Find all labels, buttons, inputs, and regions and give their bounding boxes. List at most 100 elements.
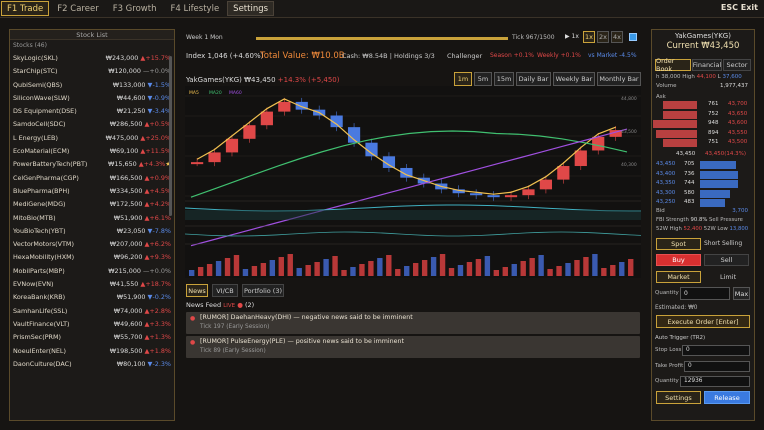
speed-4x[interactable]: 4x	[611, 31, 623, 43]
index-label: Index 1,046 (+4.60%)	[186, 52, 264, 60]
stock-list-item[interactable]: MobilParts(MBP) ₩215,000 —+0.0%	[10, 265, 174, 278]
auto-qty-input[interactable]: 12936	[680, 376, 750, 387]
tick-label: Tick 967/1500	[512, 34, 555, 41]
stock-list-item[interactable]: CelGenPharma(CGP) ₩166,500 ▲+0.9%	[10, 172, 174, 185]
stock-list-item[interactable]: L Energy(LEB) ₩475,000 ▲+25.0%	[10, 132, 174, 145]
stock-name: VaultFinance(VLT)	[13, 319, 70, 328]
stock-list-item[interactable]: YouBioTech(YBT) ₩23,050 ▼-7.8%	[10, 225, 174, 238]
interval-15m[interactable]: 15m	[494, 72, 514, 86]
tab-lifestyle[interactable]: F4 Lifestyle	[164, 1, 225, 16]
ask-bar	[663, 139, 697, 147]
stock-list-item[interactable]: BluePharma(BPH) ₩334,500 ▲+4.5%	[10, 185, 174, 198]
stock-list-item[interactable]: SkyLogic(SKL) ₩243,000 ▲+15.7%	[10, 52, 174, 65]
stock-list-item[interactable]: PrismSec(PRM) ₩55,700 ▲+1.3%	[10, 331, 174, 344]
stock-list-item[interactable]: QubiSemi(QBS) ₩133,000 ▼-1.5%	[10, 79, 174, 92]
stock-change: ▼-2.3%	[147, 359, 171, 368]
stock-list-item[interactable]: VaultFinance(VLT) ₩49,600 ▲+3.3%	[10, 318, 174, 331]
quantity-input[interactable]: 0	[680, 287, 730, 300]
bid-bar	[700, 180, 738, 188]
pause-icon[interactable]	[629, 33, 637, 41]
price-chart[interactable]: 44,800 43,500 40,300 MA5 MA20 MA60	[185, 86, 641, 278]
stock-name: MobilParts(MBP)	[13, 266, 65, 275]
stock-change: ▲+15.7%	[140, 54, 171, 62]
interval-5m[interactable]: 5m	[474, 72, 492, 86]
news-text: [RUMOR] DaehanHeavy(DHI) — negative news…	[200, 314, 413, 321]
volume-value: 1,977,437	[720, 83, 748, 89]
bid-price[interactable]: 43,400	[656, 171, 675, 177]
stock-list-item[interactable]: MediGene(MDG) ₩172,500 ▲+4.2%	[10, 198, 174, 211]
stock-list-item[interactable]: HexaMobility(HXM) ₩96,200 ▲+9.3%	[10, 251, 174, 264]
tab-news[interactable]: News	[186, 284, 208, 297]
stop-loss-input[interactable]: 0	[682, 345, 750, 356]
volume-bar	[520, 261, 526, 276]
stock-list-item[interactable]: SiliconWave(SLW) ₩44,600 ▼-0.9%	[10, 92, 174, 105]
speed-2x[interactable]: 2x	[597, 31, 609, 43]
max-button[interactable]: Max	[733, 287, 750, 300]
ask-price[interactable]: 43,600	[728, 120, 747, 126]
ask-price[interactable]: 43,500	[728, 139, 747, 145]
stock-name: BluePharma(BPH)	[13, 186, 70, 195]
volume-bar	[269, 260, 276, 276]
tab-order-book[interactable]: Order Book	[655, 57, 691, 73]
bid-bar	[700, 170, 738, 179]
release-button[interactable]: Release	[704, 391, 750, 404]
news-item[interactable]: ● [RUMOR] PulseEnergy(PLE) — positive ne…	[186, 336, 640, 358]
stock-list-item[interactable]: PowerBatteryTech(PBT)₩15,650 ▲+4.3%★	[10, 158, 174, 171]
limit-button[interactable]: Limit	[720, 273, 736, 281]
tab-growth[interactable]: F3 Growth	[107, 1, 163, 16]
interval-monthly[interactable]: Monthly Bar	[597, 72, 641, 86]
news-text: [RUMOR] PulseEnergy(PLE) — positive news…	[200, 338, 404, 345]
stock-list-item[interactable]: NoeulEnter(NEL) ₩198,500 ▲+1.8%	[10, 345, 174, 358]
bid-price[interactable]: 43,350	[656, 180, 675, 186]
volume-bar	[314, 262, 320, 276]
interval-daily[interactable]: Daily Bar	[516, 72, 551, 86]
bid-price[interactable]: 43,300	[656, 190, 675, 196]
buy-button[interactable]: Buy	[656, 254, 701, 266]
market-button[interactable]: Market	[656, 271, 701, 283]
tab-career[interactable]: F2 Career	[51, 1, 104, 16]
interval-weekly[interactable]: Weekly Bar	[553, 72, 595, 86]
short-selling-button[interactable]: Short Selling	[704, 240, 742, 247]
volume-bar	[619, 262, 625, 276]
take-profit-input[interactable]: 0	[684, 361, 750, 372]
execute-order-button[interactable]: Execute Order [Enter]	[656, 315, 750, 328]
scrollbar[interactable]	[169, 56, 172, 216]
stock-list-item[interactable]: SamhanLife(SSL) ₩74,000 ▲+2.8%	[10, 305, 174, 318]
tab-portfolio[interactable]: Portfolio (3)	[242, 284, 284, 297]
news-tick: Tick 197 (Early Session)	[200, 324, 270, 330]
y-tick-label: 43,500	[621, 129, 637, 135]
bid-price[interactable]: 43,250	[656, 199, 675, 205]
exit-button[interactable]: ESC Exit	[721, 3, 758, 12]
bid-price[interactable]: 43,450	[656, 161, 675, 167]
stock-list-item[interactable]: VectorMotors(VTM) ₩207,000 ▲+6.2%	[10, 238, 174, 251]
ask-price[interactable]: 43,700	[728, 101, 747, 107]
trigger-settings-button[interactable]: Settings	[656, 391, 701, 404]
sell-button[interactable]: Sell	[704, 254, 749, 266]
stock-name: PowerBatteryTech(PBT)	[13, 160, 88, 169]
stock-list-item[interactable]: StarChip(STC) ₩120,000 —+0.0%	[10, 65, 174, 78]
challenger-badge: Challenger	[447, 52, 483, 60]
play-button[interactable]: ▶ 1x	[565, 33, 579, 40]
tab-sector[interactable]: Sector	[723, 59, 751, 71]
tab-financial[interactable]: Financial	[692, 59, 722, 71]
ask-price[interactable]: 43,650	[728, 111, 747, 117]
stock-list-item[interactable]: SamdoCell(SDC) ₩286,500 ▲+0.5%	[10, 118, 174, 131]
ma-legend: MA60	[229, 90, 242, 96]
stock-list-item[interactable]: EcoMaterial(ECM) ₩69,100 ▲+11.5%	[10, 145, 174, 158]
tab-vicb[interactable]: VI/CB	[212, 284, 238, 297]
candle	[557, 166, 570, 180]
tab-trade[interactable]: F1 Trade	[1, 1, 50, 16]
tab-settings[interactable]: Settings	[227, 1, 275, 16]
news-item[interactable]: ● [RUMOR] DaehanHeavy(DHI) — negative ne…	[186, 312, 640, 334]
stock-list-item[interactable]: DS Equipment(DSE) ₩21,250 ▼-3.4%	[10, 105, 174, 118]
stock-list-item[interactable]: MitoBio(MTB) ₩51,900 ▲+6.1%	[10, 212, 174, 225]
stock-list-item[interactable]: DaonCulture(DAC) ₩80,100 ▼-2.3%	[10, 358, 174, 371]
interval-1m[interactable]: 1m	[454, 72, 472, 86]
volume-label: Volume	[656, 83, 677, 89]
speed-1x[interactable]: 1x	[583, 31, 595, 43]
ask-price[interactable]: 43,550	[728, 130, 747, 136]
stock-list-item[interactable]: EVNow(EVN) ₩41,550 ▲+18.7%	[10, 278, 174, 291]
volume-bar	[189, 270, 195, 276]
stock-list-item[interactable]: KoreaBank(KRB) ₩51,900 ▼-0.2%	[10, 291, 174, 304]
spot-button[interactable]: Spot	[656, 238, 701, 250]
